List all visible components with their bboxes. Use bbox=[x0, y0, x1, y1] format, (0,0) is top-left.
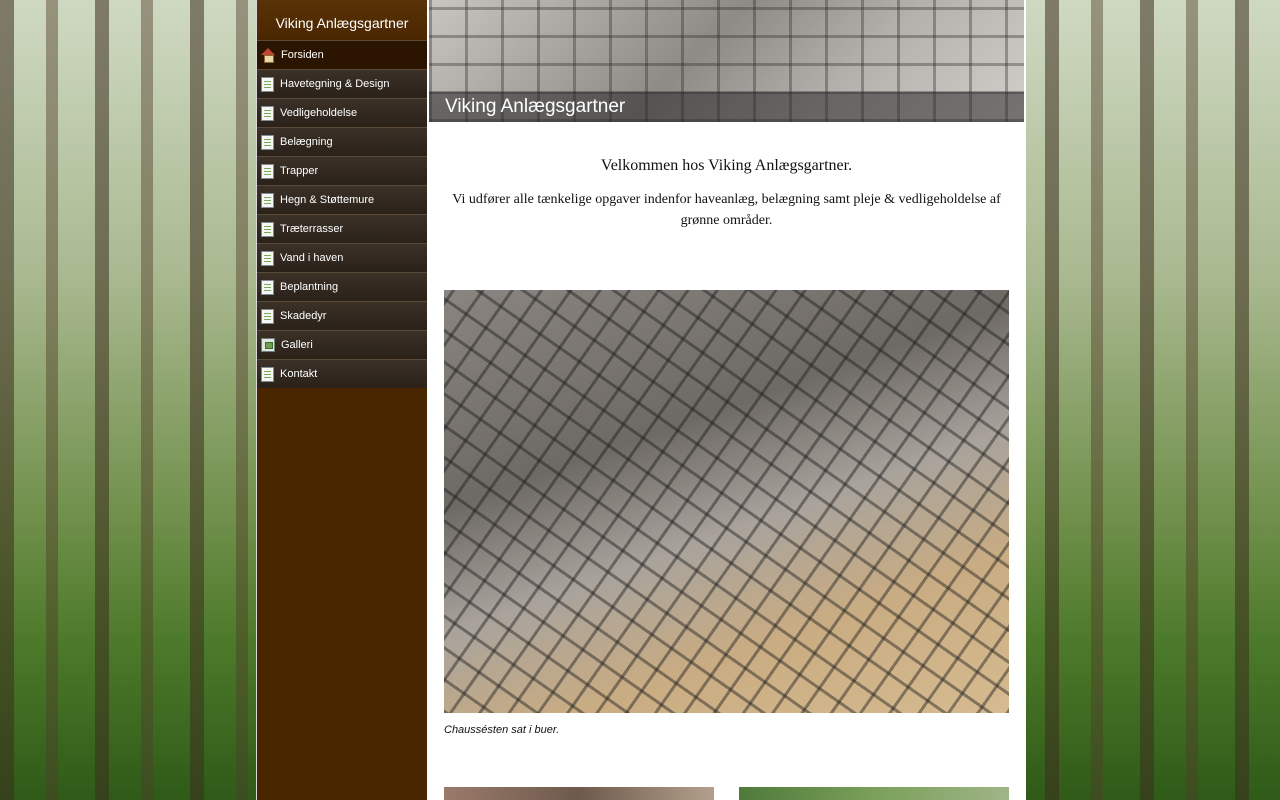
photo-caption: Chaussésten sat i buer. bbox=[444, 724, 560, 736]
nav-item-vand[interactable]: Vand i haven bbox=[257, 243, 427, 272]
nav-item-label: Havetegning & Design bbox=[280, 78, 390, 90]
cobblestone-photo bbox=[444, 290, 1009, 713]
nav-item-traeterrasser[interactable]: Træterrasser bbox=[257, 214, 427, 243]
page-icon bbox=[261, 163, 274, 179]
page-icon bbox=[261, 221, 274, 237]
welcome-heading: Velkommen hos Viking Anlægsgartner. bbox=[600, 157, 853, 174]
nav-item-label: Træterrasser bbox=[280, 223, 344, 235]
nav-item-label: Hegn & Støttemure bbox=[280, 194, 375, 206]
page-icon bbox=[261, 308, 274, 324]
nav-item-hegn[interactable]: Hegn & Støttemure bbox=[257, 185, 427, 214]
intro-text: Vi udfører alle tænkelige opgaver indenf… bbox=[452, 192, 1001, 228]
header-title: Viking Anlægsgartner bbox=[429, 92, 1024, 122]
nav-item-label: Vand i haven bbox=[280, 252, 344, 264]
nav-item-trapper[interactable]: Trapper bbox=[257, 156, 427, 185]
nav-item-galleri[interactable]: Galleri bbox=[257, 330, 427, 359]
page-icon bbox=[261, 192, 274, 208]
page-icon bbox=[261, 366, 274, 382]
nav-item-label: Skadedyr bbox=[280, 310, 327, 322]
gallery-thumbnail-1[interactable] bbox=[444, 787, 714, 800]
nav-item-skadedyr[interactable]: Skadedyr bbox=[257, 301, 427, 330]
nav-item-beplantning[interactable]: Beplantning bbox=[257, 272, 427, 301]
nav-item-kontakt[interactable]: Kontakt bbox=[257, 359, 427, 388]
nav-item-vedligeholdelse[interactable]: Vedligeholdelse bbox=[257, 98, 427, 127]
nav-item-havetegning[interactable]: Havetegning & Design bbox=[257, 69, 427, 98]
home-icon bbox=[261, 48, 275, 63]
nav-item-label: Forsiden bbox=[281, 49, 324, 61]
nav-item-label: Beplantning bbox=[280, 281, 339, 293]
page-icon bbox=[261, 279, 274, 295]
page-icon bbox=[261, 134, 274, 150]
nav-item-label: Kontakt bbox=[280, 368, 318, 380]
page-container: Viking Anlægsgartner Forsiden Havetegnin… bbox=[256, 0, 1026, 800]
page-icon bbox=[261, 250, 274, 266]
page-icon bbox=[261, 105, 274, 121]
nav-item-label: Belægning bbox=[280, 136, 333, 148]
nav-item-label: Trapper bbox=[280, 165, 319, 177]
main-content: Velkommen hos Viking Anlægsgartner. Vi u… bbox=[444, 150, 1009, 231]
gallery-thumbnail-2[interactable] bbox=[739, 787, 1009, 800]
nav-item-label: Vedligeholdelse bbox=[280, 107, 358, 119]
nav-item-label: Galleri bbox=[281, 339, 313, 351]
gallery-icon bbox=[261, 338, 275, 352]
nav-item-belaegning[interactable]: Belægning bbox=[257, 127, 427, 156]
sidebar: Viking Anlægsgartner Forsiden Havetegnin… bbox=[257, 0, 427, 800]
page-icon bbox=[261, 76, 274, 92]
nav-item-forsiden[interactable]: Forsiden bbox=[257, 40, 427, 69]
site-name: Viking Anlægsgartner bbox=[257, 0, 427, 40]
header-banner: Viking Anlægsgartner bbox=[429, 0, 1024, 122]
